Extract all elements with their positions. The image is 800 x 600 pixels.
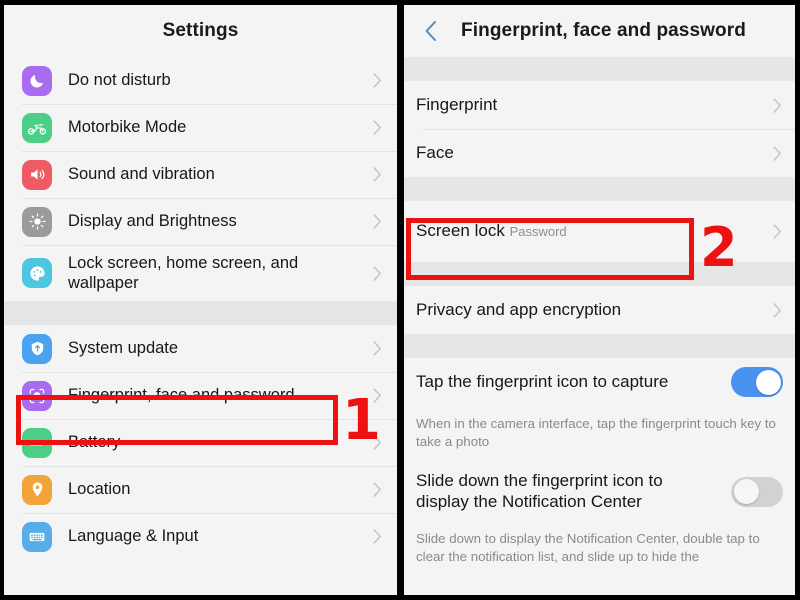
- chevron-right-icon: [371, 339, 383, 359]
- motorbike-icon: [22, 112, 52, 143]
- sidebar-item-battery[interactable]: Battery: [4, 419, 397, 466]
- sidebar-item-display-and-brightness[interactable]: Display and Brightness: [4, 198, 397, 245]
- toggle-knob: [755, 369, 781, 395]
- privacy-group: Privacy and app encryption: [404, 286, 795, 334]
- chevron-right-icon: [371, 212, 383, 232]
- page-title: Settings: [162, 20, 239, 41]
- sidebar-item-motorbike-mode[interactable]: Motorbike Mode: [4, 104, 397, 151]
- section-divider: [404, 177, 795, 201]
- section-divider: [404, 57, 795, 81]
- list-item-label: Fingerprint: [416, 94, 498, 114]
- sidebar-item-sound-and-vibration[interactable]: Sound and vibration: [4, 151, 397, 198]
- sidebar-item-language-and-input[interactable]: Language & Input: [4, 513, 397, 560]
- face-id-icon: [22, 380, 52, 411]
- sidebar-item-label: Motorbike Mode: [68, 118, 187, 137]
- chevron-right-icon: [371, 118, 383, 138]
- list-item-tap-to-capture[interactable]: Tap the fingerprint icon to capture: [404, 358, 795, 406]
- sidebar-item-label: Fingerprint, face and password: [68, 386, 295, 405]
- chevron-right-icon: [771, 222, 783, 242]
- section-divider: [4, 301, 397, 325]
- sidebar-item-fingerprint-face-and-password[interactable]: Fingerprint, face and password: [4, 372, 397, 419]
- settings-header: Settings: [4, 5, 397, 57]
- sidebar-item-label: Display and Brightness: [68, 212, 237, 231]
- sidebar-item-label: Battery: [68, 433, 121, 452]
- chevron-left-icon[interactable]: [420, 20, 442, 42]
- chevron-right-icon: [371, 71, 383, 91]
- section-divider: [404, 334, 795, 358]
- sidebar-item-label: Sound and vibration: [68, 165, 215, 184]
- sidebar-item-system-update[interactable]: System update: [4, 325, 397, 372]
- brightness-icon: [22, 206, 52, 237]
- battery-icon: [22, 427, 52, 458]
- sidebar-item-label: Language & Input: [68, 527, 199, 546]
- sidebar-item-label: Lock screen, home screen, and wallpaper: [68, 253, 299, 292]
- section-divider: [404, 262, 795, 286]
- fingerprint-header: Fingerprint, face and password: [404, 5, 795, 57]
- sidebar-item-lock-screen-home-screen-wallpaper[interactable]: Lock screen, home screen, and wallpaper: [4, 245, 397, 301]
- chevron-right-icon: [771, 143, 783, 163]
- moon-icon: [22, 65, 52, 96]
- fingerprint-settings-panel: Fingerprint, face and password Fingerpri…: [397, 0, 800, 600]
- sidebar-item-label: System update: [68, 339, 179, 358]
- list-item-description: Slide down to display the Notification C…: [404, 520, 795, 578]
- chevron-right-icon: [371, 165, 383, 185]
- list-item-label: Screen lock: [416, 221, 505, 241]
- tutorial-screenshot: Settings Do not disturb Motorbike Mode S…: [0, 0, 800, 600]
- toggle-tap-to-capture[interactable]: [731, 367, 783, 397]
- toggle-knob: [733, 479, 759, 505]
- sidebar-item-label: Location: [68, 480, 131, 499]
- chevron-right-icon: [771, 300, 783, 320]
- list-item-text: Screen lock Password: [416, 221, 771, 242]
- list-item-label: Face: [416, 142, 454, 162]
- chevron-right-icon: [771, 95, 783, 115]
- list-item-label: Privacy and app encryption: [416, 299, 622, 319]
- location-pin-icon: [22, 474, 52, 505]
- settings-panel: Settings Do not disturb Motorbike Mode S…: [0, 0, 397, 600]
- system-update-icon: [22, 333, 52, 364]
- chevron-right-icon: [371, 527, 383, 547]
- screen-lock-group: Screen lock Password: [404, 201, 795, 262]
- keyboard-icon: [22, 521, 52, 552]
- speaker-icon: [22, 159, 52, 190]
- sidebar-item-do-not-disturb[interactable]: Do not disturb: [4, 57, 397, 104]
- sidebar-item-label: Do not disturb: [68, 71, 171, 90]
- settings-group-1: Do not disturb Motorbike Mode Sound and …: [4, 57, 397, 301]
- list-item-label: Tap the fingerprint icon to capture: [416, 371, 669, 391]
- list-item-slide-down-notification-center[interactable]: Slide down the fingerprint icon to displ…: [404, 462, 795, 521]
- list-item-fingerprint[interactable]: Fingerprint: [404, 81, 795, 129]
- settings-group-2: System update Fingerprint, face and pass…: [4, 325, 397, 560]
- list-item-face[interactable]: Face: [404, 129, 795, 177]
- sidebar-item-location[interactable]: Location: [4, 466, 397, 513]
- list-item-label: Slide down the fingerprint icon to displ…: [416, 470, 663, 511]
- biometrics-group: Fingerprint Face: [404, 81, 795, 177]
- chevron-right-icon: [371, 263, 383, 283]
- chevron-right-icon: [371, 386, 383, 406]
- list-item-privacy-and-app-encryption[interactable]: Privacy and app encryption: [404, 286, 795, 334]
- fingerprint-gestures-group: Tap the fingerprint icon to capture When…: [404, 358, 795, 578]
- list-item-description: When in the camera interface, tap the fi…: [404, 406, 795, 463]
- page-title: Fingerprint, face and password: [461, 20, 746, 41]
- palette-icon: [22, 258, 52, 288]
- toggle-slide-down-notification-center[interactable]: [731, 476, 783, 507]
- chevron-right-icon: [371, 433, 383, 453]
- list-item-screen-lock[interactable]: Screen lock Password: [404, 201, 795, 262]
- chevron-right-icon: [371, 480, 383, 500]
- list-item-value: Password: [509, 224, 567, 240]
